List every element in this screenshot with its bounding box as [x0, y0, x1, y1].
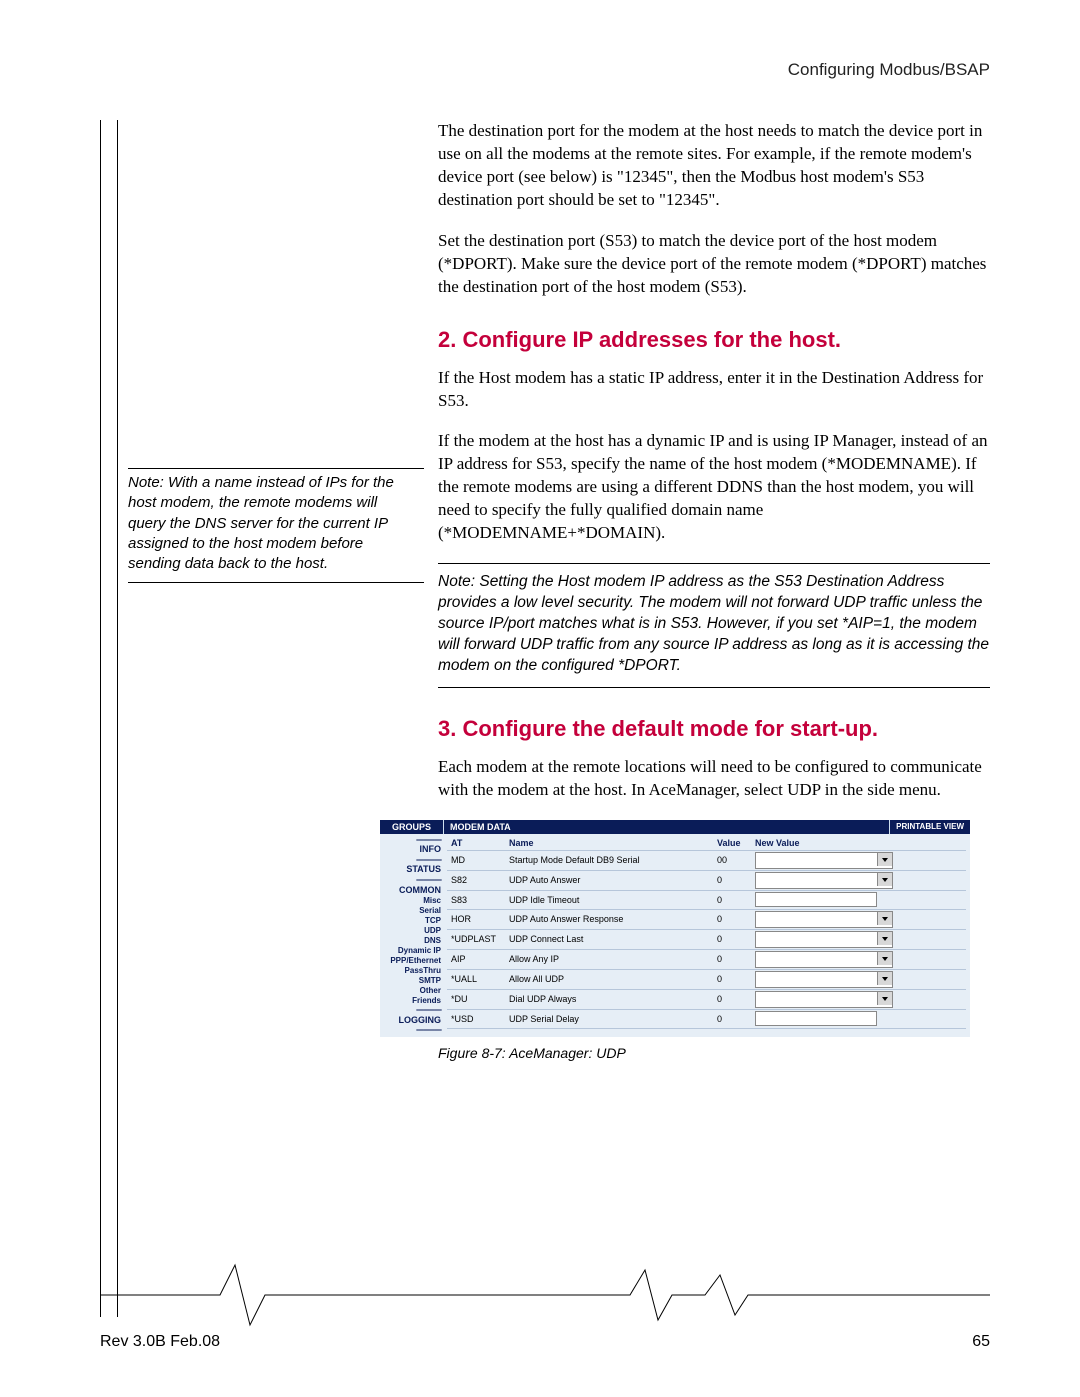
footer-page-number: 65: [972, 1333, 990, 1351]
cell-newvalue: [751, 969, 966, 989]
cell-value: 0: [713, 929, 751, 949]
cell-newvalue: [751, 1009, 966, 1028]
sidebar-item-smtp[interactable]: SMTP: [382, 976, 441, 986]
newvalue-select[interactable]: [755, 931, 893, 948]
newvalue-select[interactable]: [755, 911, 893, 928]
newvalue-input[interactable]: [755, 1011, 877, 1026]
table-row: *DUDial UDP Always0: [447, 989, 966, 1009]
cell-newvalue: [751, 929, 966, 949]
cell-at: *UALL: [447, 969, 505, 989]
cell-value: 0: [713, 909, 751, 929]
cell-newvalue: [751, 870, 966, 890]
sidebar-item-misc[interactable]: Misc: [382, 896, 441, 906]
sidebar-item-common[interactable]: COMMON: [382, 885, 441, 896]
cell-value: 0: [713, 969, 751, 989]
cell-newvalue: [751, 890, 966, 909]
heading-default-mode: 3. Configure the default mode for start-…: [438, 716, 990, 742]
cell-at: S83: [447, 890, 505, 909]
paragraph-3: If the Host modem has a static IP addres…: [438, 367, 990, 413]
table-row: S83UDP Idle Timeout0: [447, 890, 966, 909]
heading-configure-ip: 2. Configure IP addresses for the host.: [438, 327, 990, 353]
table-row: *UDPLASTUDP Connect Last0: [447, 929, 966, 949]
sidebar-item-other[interactable]: Other: [382, 986, 441, 996]
table-row: MDStartup Mode Default DB9 Serial00: [447, 850, 966, 870]
sidebar-item-udp[interactable]: UDP: [382, 926, 441, 936]
cell-name: Startup Mode Default DB9 Serial: [505, 850, 713, 870]
cell-newvalue: [751, 850, 966, 870]
cell-at: HOR: [447, 909, 505, 929]
newvalue-input[interactable]: [755, 892, 877, 907]
sidebar-item-passthru[interactable]: PassThru: [382, 966, 441, 976]
groups-sidebar: --------------- INFO --------------- STA…: [380, 834, 443, 1037]
col-name: Name: [505, 836, 713, 851]
cell-name: Dial UDP Always: [505, 989, 713, 1009]
cell-at: *UDPLAST: [447, 929, 505, 949]
section-header: Configuring Modbus/BSAP: [788, 60, 990, 80]
sidebar-item-tcp[interactable]: TCP: [382, 916, 441, 926]
cell-value: 0: [713, 989, 751, 1009]
cell-value: 0: [713, 949, 751, 969]
cell-name: UDP Connect Last: [505, 929, 713, 949]
groups-header: GROUPS: [380, 820, 443, 834]
cell-name: UDP Serial Delay: [505, 1009, 713, 1028]
inline-note: Note: Setting the Host modem IP address …: [438, 563, 990, 688]
table-row: HORUDP Auto Answer Response0: [447, 909, 966, 929]
cell-name: UDP Auto Answer Response: [505, 909, 713, 929]
table-row: *USDUDP Serial Delay0: [447, 1009, 966, 1028]
cell-at: S82: [447, 870, 505, 890]
col-value: Value: [713, 836, 751, 851]
cell-name: UDP Idle Timeout: [505, 890, 713, 909]
col-newvalue: New Value: [751, 836, 966, 851]
cell-at: MD: [447, 850, 505, 870]
newvalue-select[interactable]: [755, 852, 893, 869]
paragraph-1: The destination port for the modem at th…: [438, 120, 990, 212]
table-row: S82UDP Auto Answer0: [447, 870, 966, 890]
newvalue-select[interactable]: [755, 872, 893, 889]
cell-at: AIP: [447, 949, 505, 969]
cell-at: *DU: [447, 989, 505, 1009]
paragraph-5: Each modem at the remote locations will …: [438, 756, 990, 802]
sidebar-item-serial[interactable]: Serial: [382, 906, 441, 916]
cell-name: UDP Auto Answer: [505, 870, 713, 890]
figure-caption: Figure 8-7: AceManager: UDP: [438, 1045, 990, 1061]
cell-at: *USD: [447, 1009, 505, 1028]
cell-newvalue: [751, 989, 966, 1009]
printable-view-link[interactable]: PRINTABLE VIEW: [889, 820, 970, 834]
table-row: *UALLAllow All UDP0: [447, 969, 966, 989]
acemanager-screenshot: GROUPS MODEM DATA PRINTABLE VIEW -------…: [380, 820, 970, 1037]
sidebar-item-ppp[interactable]: PPP/Ethernet: [382, 956, 441, 966]
cell-value: 0: [713, 1009, 751, 1028]
paragraph-2: Set the destination port (S53) to match …: [438, 230, 990, 299]
newvalue-select[interactable]: [755, 971, 893, 988]
modem-data-table: AT Name Value New Value MDStartup Mode D…: [447, 836, 966, 1029]
margin-note: Note: With a name instead of IPs for the…: [128, 468, 424, 583]
paragraph-4: If the modem at the host has a dynamic I…: [438, 430, 990, 545]
sidebar-item-dynamicip[interactable]: Dynamic IP: [382, 946, 441, 956]
table-row: AIPAllow Any IP0: [447, 949, 966, 969]
sidebar-item-info[interactable]: INFO: [382, 844, 441, 855]
cell-name: Allow All UDP: [505, 969, 713, 989]
col-at: AT: [447, 836, 505, 851]
cell-newvalue: [751, 949, 966, 969]
newvalue-select[interactable]: [755, 991, 893, 1008]
modem-data-header: MODEM DATA: [443, 820, 889, 834]
sidebar-item-dns[interactable]: DNS: [382, 936, 441, 946]
cell-value: 0: [713, 870, 751, 890]
cell-value: 00: [713, 850, 751, 870]
cell-newvalue: [751, 909, 966, 929]
cell-value: 0: [713, 890, 751, 909]
footer-revision: Rev 3.0B Feb.08: [100, 1333, 220, 1351]
cell-name: Allow Any IP: [505, 949, 713, 969]
newvalue-select[interactable]: [755, 951, 893, 968]
